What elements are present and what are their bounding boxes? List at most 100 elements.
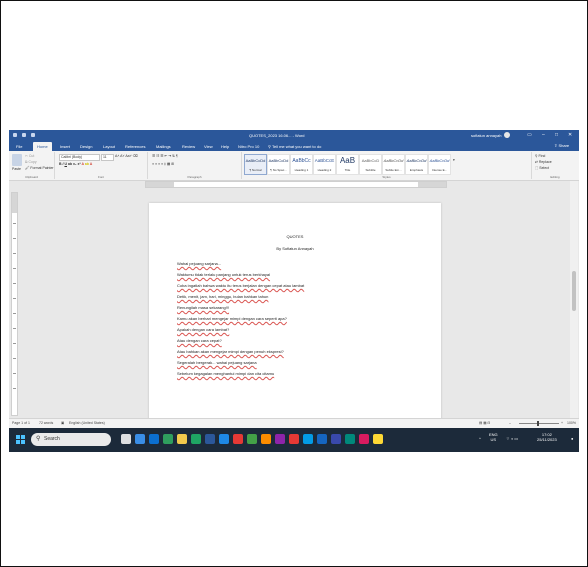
replace-button[interactable]: ⇄ Replace — [535, 160, 552, 164]
tab-design[interactable]: Design — [77, 143, 95, 150]
tab-mailings[interactable]: Mailings — [153, 143, 174, 150]
format-painter-button[interactable]: 🖌 Format Painter — [25, 166, 54, 170]
scrollbar-thumb[interactable] — [572, 271, 576, 311]
select-button[interactable]: ⬚ Select — [535, 166, 549, 170]
tab-review[interactable]: Review — [179, 143, 198, 150]
style-emphasis[interactable]: AaBbCcDd Emphasis — [405, 154, 428, 175]
tab-nitro[interactable]: Nitro Pro 10 — [235, 143, 262, 150]
paste-button[interactable]: Paste — [12, 167, 21, 171]
avatar[interactable] — [504, 132, 510, 138]
align-buttons-row[interactable]: ≡ ≡ ≡ ≡ ‡ ▦ ⊞ — [152, 162, 174, 166]
clock[interactable]: 17:02 25/11/2023 — [537, 432, 557, 442]
page-count[interactable]: Page 1 of 1 — [12, 421, 30, 425]
word-count[interactable]: 72 words — [39, 421, 53, 425]
app-icon-4[interactable] — [275, 434, 285, 444]
quote-line[interactable]: Renungilah masa sekarang!!! — [177, 305, 229, 310]
app-icon-6[interactable] — [317, 434, 327, 444]
zoom-slider[interactable] — [519, 423, 559, 424]
style-intense-emphasis[interactable]: AaBbCcDd Intense E... — [428, 154, 451, 175]
font-size-controls[interactable]: A˄ A˅ Aa˅ ⌫ — [115, 154, 138, 158]
quote-line[interactable]: Wahai pejuang sarjana... — [177, 261, 221, 266]
notification-icon[interactable]: ● — [571, 436, 573, 441]
horizontal-ruler[interactable] — [145, 181, 447, 188]
tab-layout[interactable]: Layout — [100, 143, 118, 150]
style-heading-1[interactable]: AaBbCc Heading 1 — [290, 154, 313, 175]
file-explorer-icon[interactable] — [177, 434, 187, 444]
tell-me-search[interactable]: ⚲ Tell me what you want to do — [265, 143, 324, 150]
copy-button[interactable]: ⧉ Copy — [25, 160, 37, 164]
zoom-slider-knob[interactable] — [537, 421, 539, 426]
app-icon-3[interactable] — [261, 434, 271, 444]
taskbar-search[interactable]: ⚲ Search — [31, 433, 111, 446]
list-buttons-row[interactable]: ☰ ☷ ☰ ⇤ ⇥ ⇅ ¶ — [152, 154, 178, 158]
quote-line[interactable]: Detik, menit, jam, hari, minggu, bulan b… — [177, 294, 268, 299]
quote-line[interactable]: Kamu akan berhari mengejar mimpi dengan … — [177, 316, 287, 321]
vertical-scrollbar[interactable] — [570, 181, 578, 418]
app-icon-8[interactable] — [345, 434, 355, 444]
save-icon[interactable] — [13, 133, 17, 137]
powerpoint-icon[interactable] — [289, 434, 299, 444]
zoom-in-icon[interactable]: + — [561, 421, 563, 425]
app-icon-1[interactable] — [233, 434, 243, 444]
task-view-icon[interactable] — [121, 434, 131, 444]
text-effects-icon[interactable]: A — [81, 162, 83, 166]
styles-more-icon[interactable]: ▾ — [453, 158, 455, 162]
tray-status-icons[interactable]: ⌔ ◖ ▭ — [506, 436, 518, 441]
redo-icon[interactable] — [31, 133, 35, 137]
undo-icon[interactable] — [22, 133, 26, 137]
cut-button[interactable]: ✂ Cut — [25, 154, 34, 158]
share-button[interactable]: ⇪ Share — [554, 143, 569, 148]
user-name[interactable]: sofiatun annayah — [471, 133, 501, 138]
windows-start-icon[interactable] — [16, 435, 26, 445]
highlight-icon[interactable]: ab — [85, 162, 89, 166]
style-subtle-emphasis[interactable]: AaBbCcDd Subtle Em... — [382, 154, 405, 175]
document-page[interactable]: QUOTES By Sofiatun Annayah Wahai pejuang… — [149, 203, 441, 423]
language-indicator[interactable]: ENG US — [489, 432, 498, 442]
edge-icon[interactable] — [149, 434, 159, 444]
quote-line[interactable]: Apakah dengan cara lambat? — [177, 327, 229, 332]
app-icon-5[interactable] — [303, 434, 313, 444]
tab-help[interactable]: Help — [218, 143, 232, 150]
quote-line[interactable]: Atau dengan cara cepat? — [177, 338, 222, 343]
view-buttons[interactable]: ▤ ▦ ⊟ — [479, 421, 491, 425]
style-no-spacing[interactable]: AaBbCcDd ¶ No Spac... — [267, 154, 290, 175]
tab-insert[interactable]: Insert — [57, 143, 73, 150]
zoom-level[interactable]: 100% — [567, 421, 576, 425]
close-icon[interactable]: ✕ — [568, 132, 572, 138]
tab-home[interactable]: Home — [33, 142, 52, 151]
quote-line[interactable]: Waktumu tidak terlalu panjang untuk teru… — [177, 272, 270, 277]
style-normal[interactable]: AaBbCcDd ¶ Normal — [244, 154, 267, 175]
quote-line[interactable]: Segeralah bergerak... wahai pejuang sarj… — [177, 360, 257, 365]
excel-icon[interactable] — [191, 434, 201, 444]
vertical-ruler[interactable] — [11, 192, 18, 416]
document-author[interactable]: By Sofiatun Annayah — [149, 246, 441, 251]
maximize-icon[interactable]: □ — [555, 132, 558, 138]
font-color-icon[interactable]: A — [90, 162, 93, 166]
app-icon-7[interactable] — [331, 434, 341, 444]
chrome-icon[interactable] — [163, 434, 173, 444]
quote-line[interactable]: Sebelum kegagalan menghantui mimpi dan c… — [177, 371, 274, 376]
proofing-icon[interactable]: ▣ — [61, 421, 64, 425]
quote-line[interactable]: Atau bahkan akan mengejar mimpi dengan p… — [177, 349, 284, 354]
ribbon-display-icon[interactable]: ▭ — [527, 132, 532, 138]
word-icon[interactable] — [205, 434, 215, 444]
find-button[interactable]: ⚲ Find — [535, 154, 545, 158]
language-status[interactable]: English (United States) — [69, 421, 105, 425]
style-subtitle[interactable]: AaBbCcD Subtitle — [359, 154, 382, 175]
tab-file[interactable]: File — [13, 143, 25, 150]
app-icon-10[interactable] — [373, 434, 383, 444]
style-heading-2[interactable]: AaBbCcE Heading 2 — [313, 154, 336, 175]
style-title[interactable]: AaB Title — [336, 154, 359, 175]
store-icon[interactable] — [219, 434, 229, 444]
document-heading[interactable]: QUOTES — [149, 234, 441, 239]
minimize-icon[interactable]: – — [542, 132, 545, 138]
app-icon-2[interactable] — [247, 434, 257, 444]
paste-icon[interactable] — [12, 154, 22, 166]
tab-view[interactable]: View — [201, 143, 216, 150]
font-family-select[interactable]: Calibri (Body) — [59, 154, 100, 161]
tray-chevron-icon[interactable]: ^ — [479, 436, 481, 441]
app-icon-9[interactable] — [359, 434, 369, 444]
tab-references[interactable]: References — [122, 143, 148, 150]
font-size-select[interactable]: 11 — [101, 154, 114, 161]
widgets-icon[interactable] — [135, 434, 145, 444]
